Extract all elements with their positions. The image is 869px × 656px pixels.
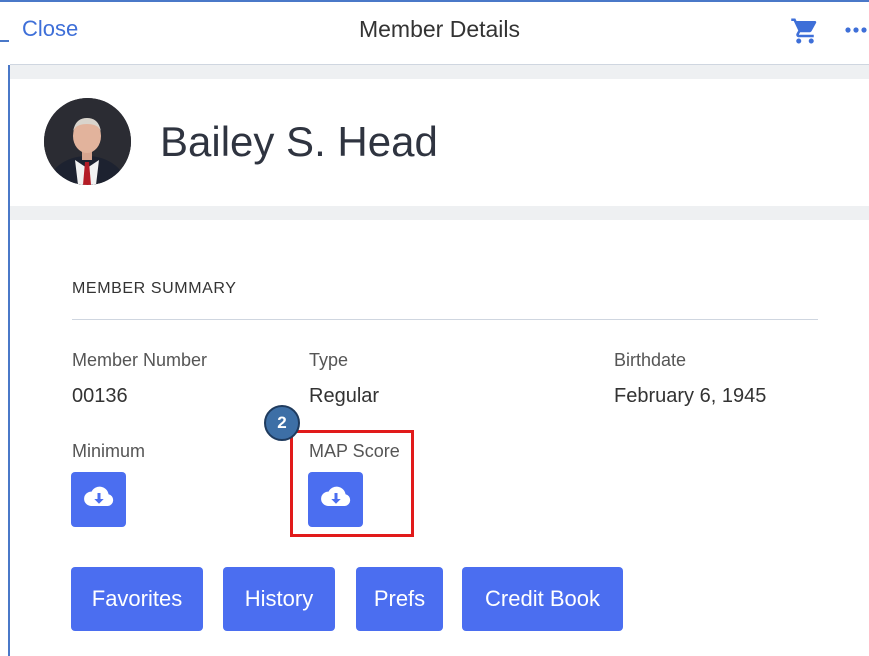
cloud-download-icon bbox=[83, 485, 115, 514]
more-horizontal-icon[interactable] bbox=[844, 20, 868, 40]
birthdate-value: February 6, 1945 bbox=[614, 385, 767, 407]
shopping-cart-icon[interactable] bbox=[790, 16, 820, 46]
type-value: Regular bbox=[309, 385, 380, 407]
member-number-label: Member Number bbox=[72, 350, 208, 370]
divider bbox=[72, 319, 818, 320]
header-bar: Close Member Details bbox=[10, 2, 869, 65]
birthdate-label: Birthdate bbox=[614, 350, 687, 370]
avatar bbox=[44, 98, 131, 185]
credit-book-button[interactable]: Credit Book bbox=[462, 567, 623, 631]
page-title: Member Details bbox=[358, 16, 521, 42]
highlight-box bbox=[290, 430, 414, 537]
minimum-download-button[interactable] bbox=[71, 472, 126, 527]
section-separator bbox=[10, 206, 869, 220]
type-label: Type bbox=[309, 350, 349, 370]
favorites-button[interactable]: Favorites bbox=[71, 567, 203, 631]
frame-left-line bbox=[8, 65, 10, 656]
member-name: Bailey S. Head bbox=[160, 118, 438, 165]
history-button[interactable]: History bbox=[223, 567, 335, 631]
member-number-value: 00136 bbox=[72, 385, 128, 407]
frame-corner-line bbox=[0, 40, 9, 42]
minimum-label: Minimum bbox=[72, 441, 146, 461]
section-separator bbox=[10, 65, 869, 79]
prefs-button[interactable]: Prefs bbox=[356, 567, 443, 631]
step-badge: 2 bbox=[264, 405, 300, 441]
section-title: MEMBER SUMMARY bbox=[72, 280, 237, 297]
